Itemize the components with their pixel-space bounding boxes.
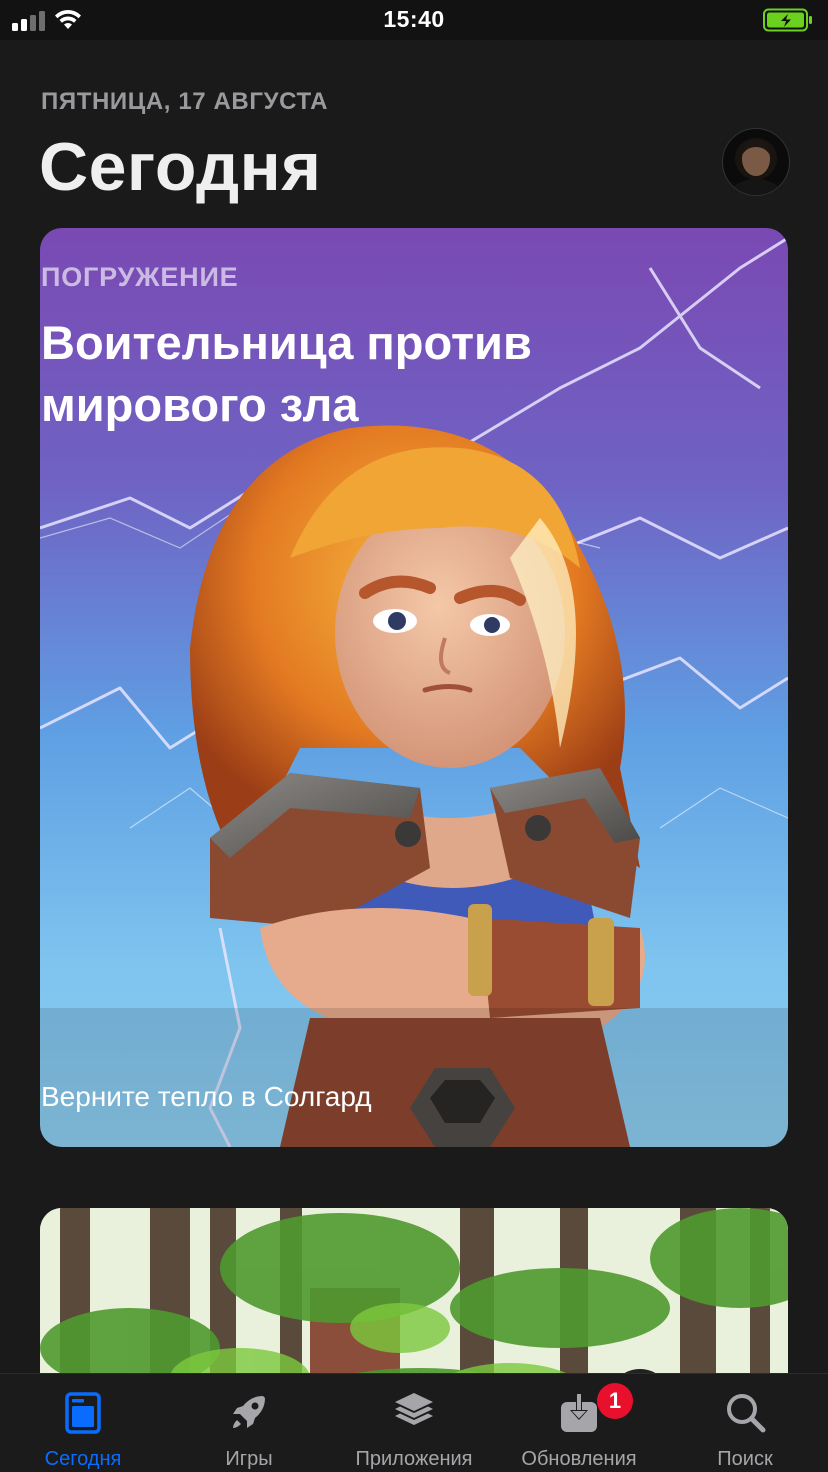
battery-charging-icon (763, 8, 812, 32)
search-icon (727, 1394, 766, 1433)
tab-games[interactable]: Игры (166, 1374, 332, 1472)
profile-avatar[interactable] (722, 128, 790, 196)
tab-label: Игры (225, 1448, 273, 1470)
tab-bar: Сегодня Игры Приложения 1 Обновления Пои… (0, 1373, 828, 1472)
layers-icon (395, 1393, 433, 1425)
updates-badge: 1 (597, 1383, 633, 1419)
tab-search[interactable]: Поиск (662, 1374, 828, 1472)
status-time: 15:40 (383, 6, 445, 32)
today-icon (65, 1392, 101, 1434)
download-icon (561, 1392, 597, 1432)
date-label: ПЯТНИЦА, 17 АВГУСТА (41, 88, 329, 115)
tab-label: Сегодня (44, 1448, 122, 1470)
story-tag: ПОГРУЖЕНИЕ (41, 262, 239, 292)
page-title: Сегодня (39, 129, 322, 205)
tab-label: Обновления (521, 1448, 637, 1470)
rocket-icon (233, 1396, 265, 1428)
app-store-screen: 15:40 ПЯТНИЦА, 17 АВГУСТА Сегодня ПОГРУЖ… (0, 0, 828, 1472)
avatar-photo (730, 140, 782, 195)
story-subtitle: Верните тепло в Солгард (41, 1081, 372, 1112)
tab-apps[interactable]: Приложения (332, 1374, 496, 1472)
tab-today[interactable]: Сегодня (0, 1374, 166, 1472)
story-title: Воительница против мирового зла (41, 316, 532, 431)
tab-updates[interactable]: 1 Обновления (496, 1374, 662, 1472)
status-bar: 15:40 (0, 0, 828, 40)
tab-label: Приложения (355, 1448, 473, 1470)
tab-label: Поиск (717, 1448, 773, 1470)
